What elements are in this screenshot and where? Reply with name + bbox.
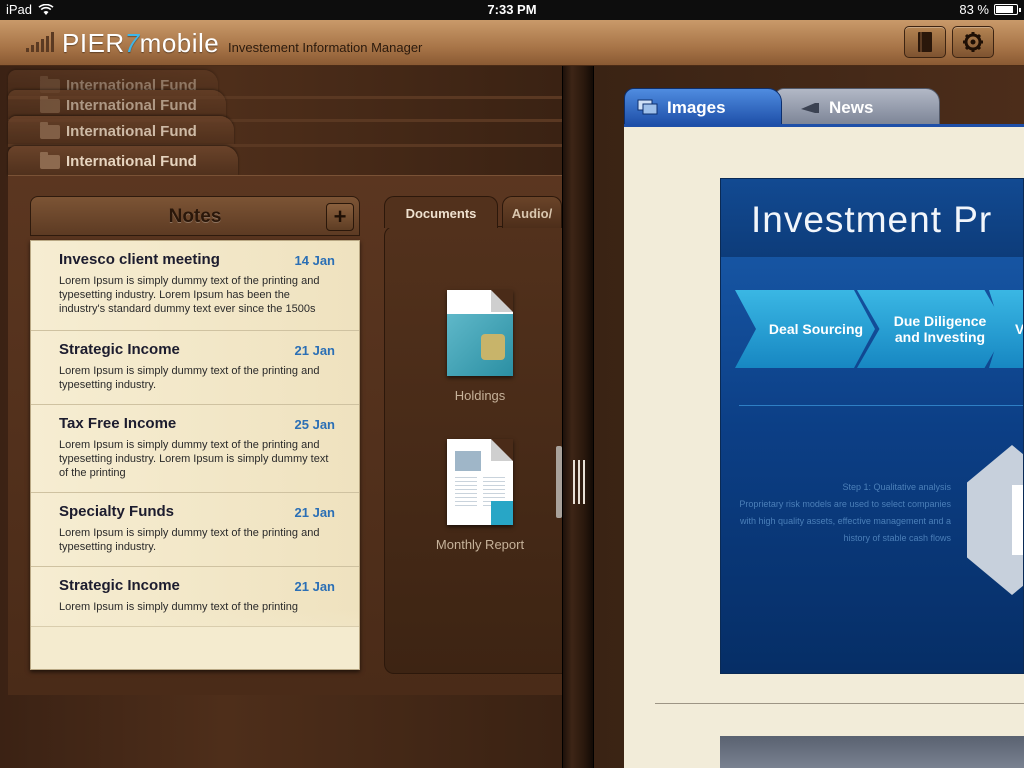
note-item[interactable]: Strategic Income 21 Jan Lorem Ipsum is s… xyxy=(31,567,359,627)
battery-percent: 83 % xyxy=(959,2,989,17)
slide-step: Deal Sourcing xyxy=(735,290,875,368)
viewer-separator xyxy=(655,703,1024,704)
note-text: Lorem Ipsum is simply dummy text of the … xyxy=(59,275,320,315)
split-divider[interactable] xyxy=(562,66,594,768)
slide-step-description: Step 1: Qualitative analysis Proprietary… xyxy=(731,479,951,547)
document-thumbnail-icon xyxy=(447,439,513,525)
book-icon xyxy=(918,32,932,52)
status-bar: iPad 7:33 PM 83 % xyxy=(0,0,1024,20)
note-text: Lorem Ipsum is simply dummy text of the … xyxy=(59,439,329,479)
notes-list[interactable]: Invesco client meeting 14 Jan Lorem Ipsu… xyxy=(30,240,360,670)
note-text: Lorem Ipsum is simply dummy text of the … xyxy=(59,601,299,613)
slide-rule xyxy=(739,405,1023,406)
note-date: 25 Jan xyxy=(294,417,335,432)
document-label: Holdings xyxy=(454,388,506,403)
notes-header: Notes + xyxy=(30,196,360,236)
folder-icon xyxy=(40,96,60,113)
status-right: 83 % xyxy=(959,2,1021,17)
tab-news[interactable]: News xyxy=(774,88,940,126)
folder-label: International Fund xyxy=(66,153,197,170)
note-date: 21 Jan xyxy=(294,343,335,358)
step-heading: Step 1: Qualitative analysis xyxy=(842,482,951,492)
folder-tab-active[interactable]: International Fund xyxy=(8,146,238,176)
document-monthly-report[interactable]: Monthly Report xyxy=(420,439,540,552)
step-body: Proprietary risk models are used to sele… xyxy=(739,499,951,543)
app-root: iPad 7:33 PM 83 % PIER7mobile Investemen… xyxy=(0,0,1024,768)
tab-news-label: News xyxy=(829,98,874,117)
note-text: Lorem Ipsum is simply dummy text of the … xyxy=(59,527,320,553)
document-thumbnail-icon xyxy=(447,290,513,376)
images-icon xyxy=(637,99,658,115)
folder-icon xyxy=(40,152,60,169)
note-item[interactable]: Specialty Funds 21 Jan Lorem Ipsum is si… xyxy=(31,493,359,567)
app-header: PIER7mobile Investement Information Mana… xyxy=(0,20,1024,66)
slide-step: Due Diligence and Investing xyxy=(857,290,1007,368)
note-item[interactable]: Tax Free Income 25 Jan Lorem Ipsum is si… xyxy=(31,405,359,493)
tab-audio[interactable]: Audio/ xyxy=(502,196,562,228)
note-date: 14 Jan xyxy=(294,253,335,268)
document-label: Monthly Report xyxy=(435,537,525,552)
folder-label: International Fund xyxy=(66,123,197,140)
news-icon xyxy=(801,103,819,113)
note-item[interactable]: Strategic Income 21 Jan Lorem Ipsum is s… xyxy=(31,331,359,405)
tab-images-label: Images xyxy=(667,98,726,117)
brand-logo: PIER7mobile xyxy=(62,28,219,59)
settings-button[interactable] xyxy=(952,26,994,58)
folder-icon xyxy=(40,122,60,139)
slide-title-bar: Investment Pr xyxy=(721,179,1023,257)
notes-title: Notes xyxy=(168,206,222,227)
battery-icon xyxy=(994,4,1021,15)
slide-image[interactable]: Investment Pr Deal Sourcing Due Diligenc… xyxy=(720,178,1024,674)
folder-label: International Fund xyxy=(66,97,197,114)
app-subtitle: Investement Information Manager xyxy=(228,40,423,55)
document-holdings[interactable]: Holdings xyxy=(420,290,540,403)
add-note-button[interactable]: + xyxy=(326,203,354,231)
note-date: 21 Jan xyxy=(294,505,335,520)
note-text: Lorem Ipsum is simply dummy text of the … xyxy=(59,365,320,391)
gear-icon xyxy=(963,32,983,52)
brand-pier: PIER xyxy=(62,28,125,58)
drag-handle-icon[interactable] xyxy=(570,460,588,504)
tab-images[interactable]: Images xyxy=(624,88,782,126)
folder-tab[interactable]: International Fund xyxy=(8,116,234,146)
brand-seven: 7 xyxy=(124,28,140,58)
brand-mobile: mobile xyxy=(139,28,220,58)
cube-graphic xyxy=(967,445,1023,595)
signal-logo-icon xyxy=(26,32,54,52)
tab-documents[interactable]: Documents xyxy=(384,196,498,228)
status-time: 7:33 PM xyxy=(487,2,537,17)
library-button[interactable] xyxy=(904,26,946,58)
note-item[interactable]: Invesco client meeting 14 Jan Lorem Ipsu… xyxy=(31,241,359,331)
note-date: 21 Jan xyxy=(294,579,335,594)
next-slide-image[interactable] xyxy=(720,736,1024,768)
slide-title: Investment Pr xyxy=(751,199,993,240)
